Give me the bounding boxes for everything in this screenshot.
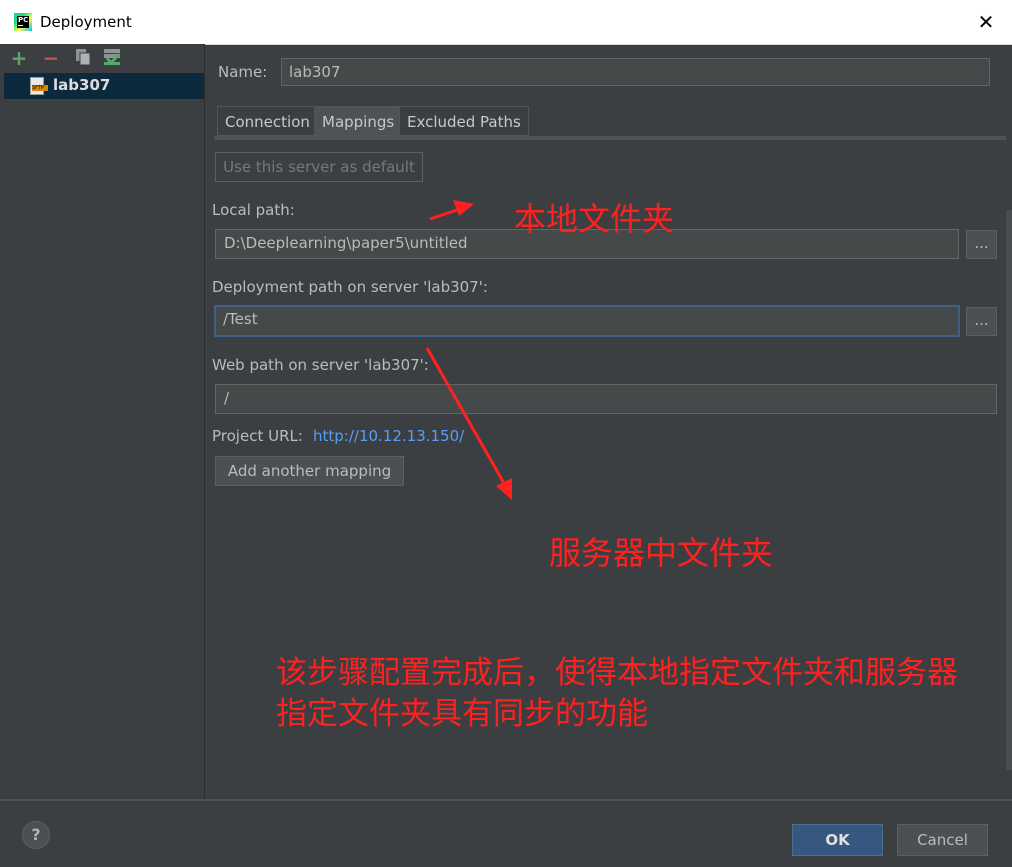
help-icon[interactable]: ? — [22, 821, 50, 849]
arrow-to-local-path — [429, 200, 474, 221]
arrow-to-server-folder — [425, 347, 512, 500]
annotation-note-line2: 指定文件夹具有同步的功能 — [276, 696, 648, 732]
annotation-note-line1: 该步骤配置完成后，使得本地指定文件夹和服务器 — [276, 655, 958, 691]
annotation-server-folder: 服务器中文件夹 — [549, 534, 774, 572]
cancel-button[interactable]: Cancel — [897, 824, 988, 856]
footer-divider — [0, 799, 1012, 801]
annotation-local-folder: 本地文件夹 — [514, 200, 675, 238]
annotation-arrows — [425, 200, 512, 500]
ok-button[interactable]: OK — [792, 824, 883, 856]
